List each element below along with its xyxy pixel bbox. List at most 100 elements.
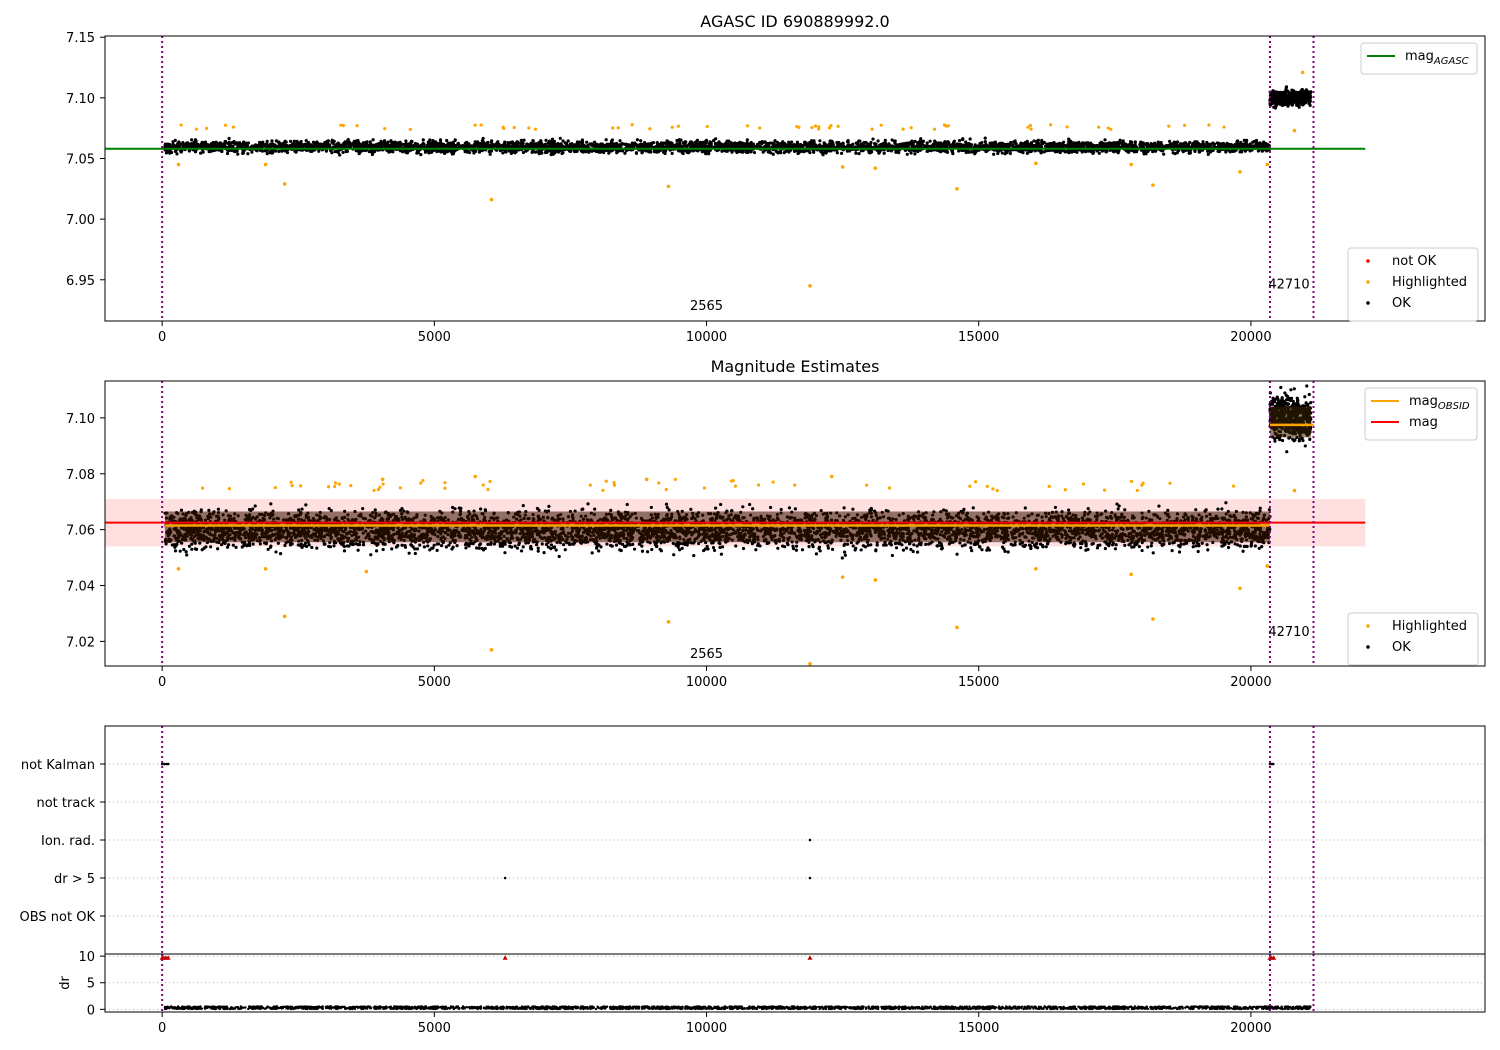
highlighted-point bbox=[829, 124, 833, 128]
data-point bbox=[846, 140, 850, 144]
legend-subscript: AGASC bbox=[1433, 56, 1469, 67]
data-point bbox=[310, 149, 314, 153]
data-point bbox=[1030, 144, 1034, 148]
data-point bbox=[590, 142, 594, 146]
legend-marker bbox=[1366, 280, 1370, 284]
highlighted-point bbox=[1151, 183, 1155, 187]
data-point bbox=[343, 141, 347, 145]
data-point bbox=[925, 141, 929, 145]
data-point bbox=[859, 142, 863, 146]
data-point bbox=[1208, 142, 1213, 146]
data-point bbox=[1008, 151, 1012, 156]
highlighted-point bbox=[1292, 128, 1297, 133]
highlighted-point bbox=[282, 182, 287, 186]
data-point bbox=[404, 139, 408, 143]
data-point bbox=[719, 502, 723, 507]
data-point bbox=[1065, 149, 1069, 154]
data-point bbox=[761, 150, 765, 154]
data-point bbox=[839, 143, 843, 147]
data-point bbox=[552, 139, 557, 144]
data-point bbox=[179, 142, 183, 146]
data-point bbox=[452, 144, 457, 148]
data-point bbox=[1133, 140, 1137, 144]
highlighted-point bbox=[745, 124, 750, 128]
data-point bbox=[772, 142, 776, 146]
data-point bbox=[667, 144, 671, 148]
data-point bbox=[341, 150, 345, 155]
data-point bbox=[1287, 102, 1291, 106]
data-point bbox=[738, 140, 742, 144]
data-point bbox=[551, 152, 555, 156]
data-point bbox=[473, 144, 477, 148]
highlighted-point bbox=[630, 123, 634, 127]
data-point bbox=[1168, 139, 1172, 143]
data-point bbox=[1308, 95, 1312, 99]
highlighted-point bbox=[1106, 126, 1110, 130]
data-point bbox=[698, 140, 703, 144]
highlighted-point bbox=[1183, 123, 1187, 127]
data-point bbox=[643, 141, 647, 145]
data-point bbox=[1228, 150, 1232, 154]
data-point bbox=[634, 151, 639, 155]
highlighted-point bbox=[901, 127, 905, 131]
data-point bbox=[375, 142, 379, 147]
data-point bbox=[315, 143, 319, 147]
data-point bbox=[385, 141, 389, 145]
highlighted-point bbox=[223, 123, 228, 127]
data-point bbox=[237, 142, 241, 146]
data-point bbox=[951, 141, 956, 145]
data-point bbox=[1000, 151, 1004, 155]
data-point bbox=[1219, 143, 1224, 147]
data-point bbox=[1259, 143, 1263, 147]
data-point bbox=[964, 150, 968, 155]
data-point bbox=[1284, 85, 1289, 89]
highlighted-point bbox=[1097, 125, 1101, 129]
highlighted-point bbox=[1034, 161, 1038, 166]
data-point bbox=[506, 141, 510, 145]
highlighted-point bbox=[204, 126, 209, 130]
data-point bbox=[421, 138, 425, 142]
data-point bbox=[863, 144, 867, 148]
data-point bbox=[1279, 97, 1284, 102]
data-point bbox=[818, 145, 822, 149]
annotation: 2565 bbox=[690, 299, 723, 314]
highlighted-point bbox=[179, 123, 183, 127]
data-point bbox=[361, 143, 365, 147]
data-point bbox=[871, 137, 875, 141]
data-point bbox=[1018, 150, 1023, 154]
data-point bbox=[712, 138, 716, 143]
data-point bbox=[986, 144, 990, 149]
data-point bbox=[215, 141, 219, 146]
data-point bbox=[199, 142, 204, 146]
highlighted-point bbox=[810, 125, 814, 130]
data-point bbox=[717, 140, 721, 144]
legend-marker bbox=[1366, 301, 1370, 305]
highlighted-point bbox=[666, 184, 671, 189]
data-point bbox=[383, 144, 387, 148]
legend-marker bbox=[1366, 259, 1370, 263]
data-point bbox=[170, 543, 174, 547]
data-point bbox=[1243, 144, 1247, 149]
data-point bbox=[317, 149, 321, 153]
data-point bbox=[964, 140, 968, 144]
data-point bbox=[1305, 94, 1310, 98]
data-point bbox=[869, 140, 873, 145]
x-tick-label: 10000 bbox=[686, 330, 727, 345]
data-point bbox=[831, 140, 835, 144]
data-point bbox=[1290, 99, 1294, 103]
data-point bbox=[232, 140, 236, 144]
data-point bbox=[277, 149, 281, 154]
data-point bbox=[857, 151, 861, 156]
data-point bbox=[1025, 151, 1029, 155]
data-point bbox=[164, 142, 168, 146]
highlighted-point bbox=[840, 165, 845, 169]
highlighted-point bbox=[1065, 125, 1069, 129]
data-point bbox=[883, 138, 887, 143]
highlighted-point bbox=[873, 166, 878, 170]
data-point bbox=[1178, 143, 1183, 147]
data-point bbox=[457, 144, 461, 148]
legend-label: Highlighted bbox=[1392, 275, 1467, 290]
data-point bbox=[957, 138, 962, 143]
data-point bbox=[592, 140, 597, 144]
data-point bbox=[990, 143, 994, 147]
